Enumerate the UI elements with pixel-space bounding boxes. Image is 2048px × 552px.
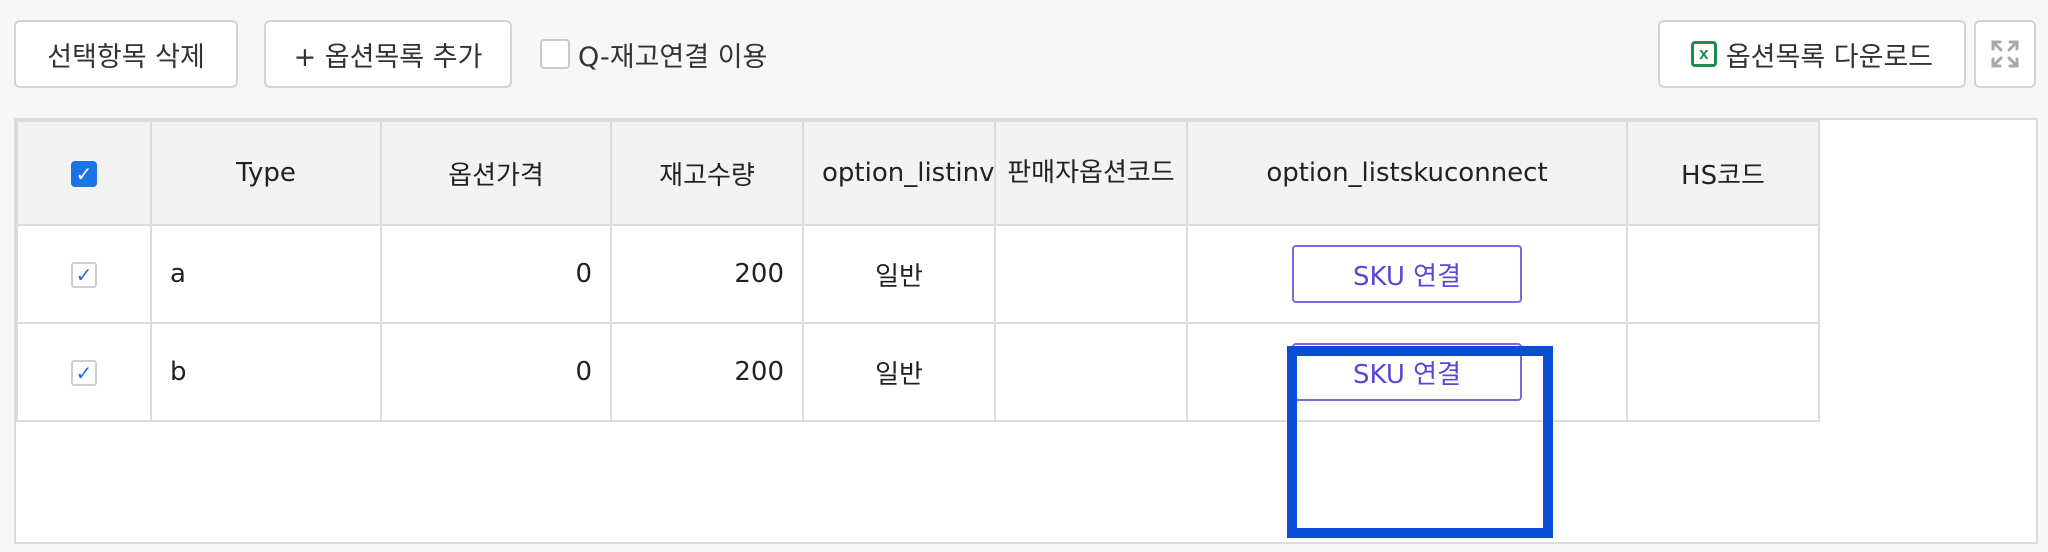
select-all-checkbox[interactable]: ✓ [71,161,97,187]
header-price[interactable]: 옵션가격 [380,120,612,226]
cell-seller-code[interactable] [994,322,1188,422]
cell-stock[interactable]: 200 [610,224,804,324]
q-stock-link-toggle[interactable]: Q-재고연결 이용 [540,36,768,73]
expand-button[interactable] [1974,20,2036,88]
cell-seller-code[interactable] [994,224,1188,324]
header-seller-code[interactable]: 판매자옵션코드 [994,120,1188,226]
table-header-row: ✓ Type 옵션가격 재고수량 option_listinv 판매자옵션코드 … [16,120,1820,226]
delete-selected-button[interactable]: 선택항목 삭제 [14,20,238,88]
q-stock-link-checkbox[interactable] [540,39,570,69]
excel-icon: x [1690,41,1717,67]
cell-price[interactable]: 0 [380,224,612,324]
header-sku-connect[interactable]: option_listskuconnect [1186,120,1628,226]
header-hs-code[interactable]: HS코드 [1626,120,1820,226]
table-row: ✓ b 0 200 일반 SKU 연결 [16,322,1820,422]
cell-stock[interactable]: 200 [610,322,804,422]
sku-connect-label: SKU 연결 [1353,261,1461,292]
cell-type[interactable]: a [150,224,382,324]
cell-type[interactable]: b [150,322,382,422]
cell-listinv[interactable]: 일반 [802,224,996,324]
row-select-cell[interactable]: ✓ [16,322,152,422]
expand-arrows-icon [1991,40,2019,68]
add-option-button[interactable]: + 옵션목록 추가 [264,20,512,88]
q-stock-link-label: Q-재고연결 이용 [578,41,768,73]
header-listinv[interactable]: option_listinv [802,120,996,226]
select-all-cell[interactable]: ✓ [16,120,152,226]
cell-sku-connect: SKU 연결 [1186,322,1628,422]
row-checkbox[interactable]: ✓ [71,360,97,386]
cell-listinv[interactable]: 일반 [802,322,996,422]
delete-selected-label: 선택항목 삭제 [47,41,205,73]
sku-connect-button[interactable]: SKU 연결 [1292,245,1522,303]
header-stock[interactable]: 재고수량 [610,120,804,226]
cell-price[interactable]: 0 [380,322,612,422]
option-grid: ✓ Type 옵션가격 재고수량 option_listinv 판매자옵션코드 … [14,118,2038,544]
table-row: ✓ a 0 200 일반 SKU 연결 [16,224,1820,324]
cell-hs-code[interactable] [1626,322,1820,422]
header-type[interactable]: Type [150,120,382,226]
add-option-label: + 옵션목록 추가 [293,41,483,73]
option-table: ✓ Type 옵션가격 재고수량 option_listinv 판매자옵션코드 … [16,120,1820,422]
sku-connect-label: SKU 연결 [1353,359,1461,390]
toolbar: 선택항목 삭제 + 옵션목록 추가 Q-재고연결 이용 x 옵션목록 다운로드 [0,0,2048,110]
cell-sku-connect: SKU 연결 [1186,224,1628,324]
row-checkbox[interactable]: ✓ [71,262,97,288]
cell-hs-code[interactable] [1626,224,1820,324]
download-options-label: 옵션목록 다운로드 [1725,41,1934,73]
sku-connect-button[interactable]: SKU 연결 [1292,343,1522,401]
download-options-button[interactable]: x 옵션목록 다운로드 [1658,20,1966,88]
row-select-cell[interactable]: ✓ [16,224,152,324]
